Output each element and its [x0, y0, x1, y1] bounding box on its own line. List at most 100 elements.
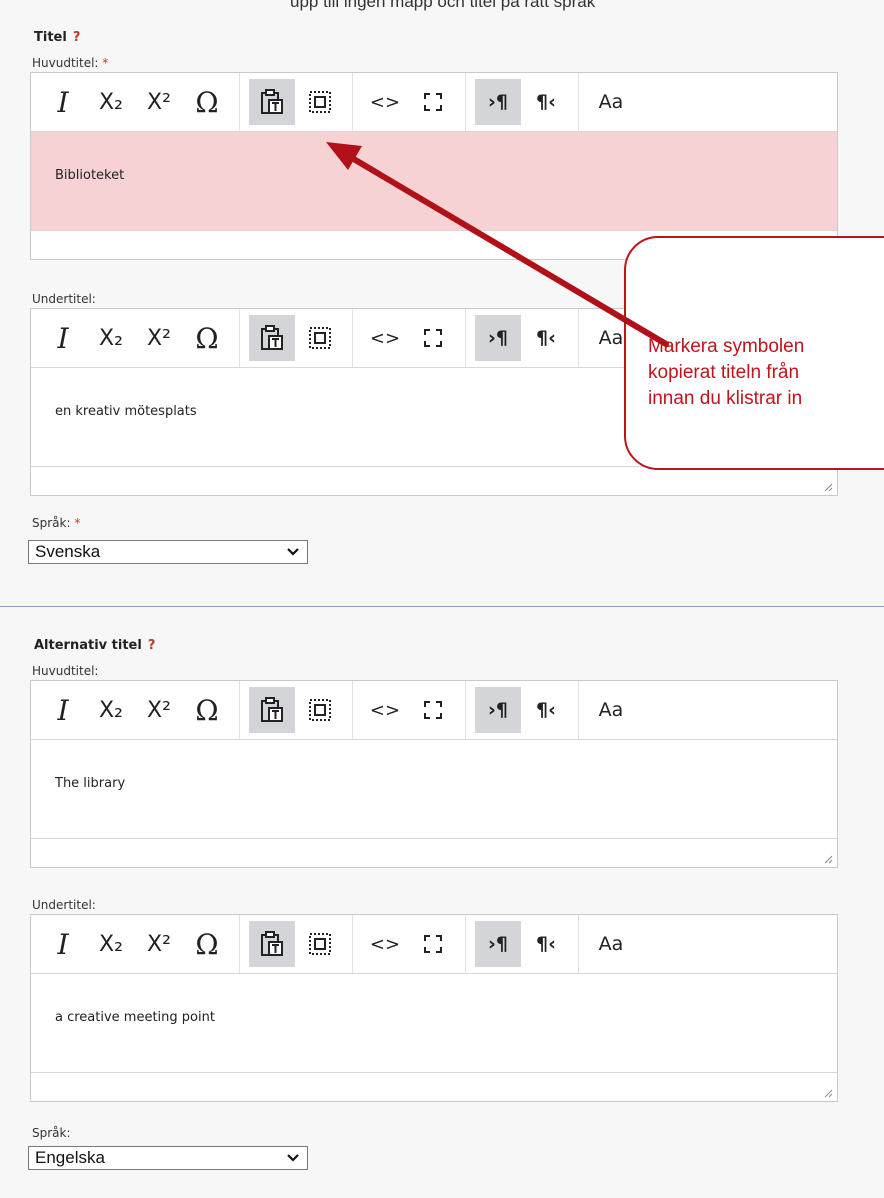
italic-button[interactable]: I: [40, 315, 86, 361]
ltr-button[interactable]: ›¶: [475, 79, 521, 125]
special-char-button[interactable]: Ω: [184, 687, 230, 733]
select-all-button[interactable]: [297, 315, 343, 361]
toolbar-group-styles: Aa: [579, 915, 643, 973]
maximize-icon: [424, 935, 442, 953]
styles-button[interactable]: Aa: [588, 79, 634, 125]
select-all-button[interactable]: [297, 921, 343, 967]
toolbar-group-direction: ›¶ ¶‹: [466, 309, 579, 367]
paste-as-text-button[interactable]: [249, 79, 295, 125]
superscript-button[interactable]: X²: [136, 315, 182, 361]
toolbar-group-clipboard: [240, 915, 353, 973]
label-text: Språk:: [32, 1126, 71, 1140]
ltr-button[interactable]: ›¶: [475, 315, 521, 361]
styles-button[interactable]: Aa: [588, 687, 634, 733]
help-link[interactable]: ?: [73, 30, 81, 45]
field-label-alt-main-title: Huvudtitel:: [32, 664, 98, 678]
italic-button[interactable]: I: [40, 687, 86, 733]
field-label-language: Språk: *: [32, 516, 80, 530]
rich-text-editor-alt-subtitle[interactable]: I X₂ X² Ω <> ›¶ ¶‹ Aa a creative meeting…: [30, 914, 838, 1102]
toolbar-group-direction: ›¶ ¶‹: [466, 681, 579, 739]
select-all-button[interactable]: [297, 687, 343, 733]
superscript-button[interactable]: X²: [136, 687, 182, 733]
rtl-button[interactable]: ¶‹: [523, 315, 569, 361]
help-link[interactable]: ?: [148, 638, 156, 653]
superscript-button[interactable]: X²: [136, 921, 182, 967]
select-all-button[interactable]: [297, 79, 343, 125]
cut-off-instruction: upp till ingen mapp och titel på rätt sp…: [0, 0, 884, 14]
paste-as-text-button[interactable]: [249, 315, 295, 361]
required-marker: *: [102, 56, 109, 70]
section-title-alternativ-titel: Alternativ titel?: [34, 638, 155, 653]
editor-toolbar: I X₂ X² Ω <> ›¶ ¶‹ Aa: [31, 681, 837, 740]
cut-off-instruction-text: upp till ingen mapp och titel på rätt sp…: [290, 0, 596, 11]
rtl-button[interactable]: ¶‹: [523, 921, 569, 967]
resize-grip-icon[interactable]: [823, 482, 833, 492]
annotation-callout: Markera symbolen kopierat titeln från in…: [624, 236, 884, 470]
maximize-icon: [424, 329, 442, 347]
section-title-text: Titel: [34, 30, 67, 45]
toolbar-group-view: <>: [353, 681, 466, 739]
rich-text-editor-main-title[interactable]: I X₂ X² Ω <> ›¶ ¶‹ Aa Biblioteket: [30, 72, 838, 260]
editor-text: en kreativ mötesplats: [55, 404, 197, 419]
editor-footer: [31, 838, 837, 867]
paste-as-text-button[interactable]: [249, 687, 295, 733]
maximize-button[interactable]: [410, 921, 456, 967]
maximize-button[interactable]: [410, 687, 456, 733]
toolbar-group-formatting: I X₂ X² Ω: [31, 681, 240, 739]
rich-text-editor-alt-main-title[interactable]: I X₂ X² Ω <> ›¶ ¶‹ Aa The library: [30, 680, 838, 868]
rtl-button[interactable]: ¶‹: [523, 79, 569, 125]
maximize-icon: [424, 93, 442, 111]
source-button[interactable]: <>: [362, 79, 408, 125]
callout-line: kopierat titeln från: [648, 362, 800, 383]
toolbar-group-formatting: I X₂ X² Ω: [31, 309, 240, 367]
field-label-alt-language: Språk:: [32, 1126, 71, 1140]
maximize-button[interactable]: [410, 79, 456, 125]
resize-grip-icon[interactable]: [823, 1088, 833, 1098]
label-text: Undertitel:: [32, 292, 96, 306]
callout-text: Markera symbolen kopierat titeln från in…: [648, 334, 804, 412]
editor-content-area[interactable]: a creative meeting point: [31, 974, 837, 1072]
alt-language-select[interactable]: Engelska: [28, 1146, 308, 1170]
paste-as-text-button[interactable]: [249, 921, 295, 967]
language-select[interactable]: Svenska: [28, 540, 308, 564]
select-all-icon: [309, 699, 331, 721]
subscript-button[interactable]: X₂: [88, 79, 134, 125]
paste-text-icon: [261, 697, 283, 722]
styles-button[interactable]: Aa: [588, 921, 634, 967]
special-char-button[interactable]: Ω: [184, 79, 230, 125]
toolbar-group-view: <>: [353, 915, 466, 973]
editor-content-area[interactable]: Biblioteket: [31, 132, 837, 230]
source-button[interactable]: <>: [362, 687, 408, 733]
editor-content-area[interactable]: The library: [31, 740, 837, 838]
ltr-button[interactable]: ›¶: [475, 687, 521, 733]
toolbar-group-direction: ›¶ ¶‹: [466, 73, 579, 131]
special-char-button[interactable]: Ω: [184, 315, 230, 361]
paste-text-icon: [261, 89, 283, 114]
label-text: Huvudtitel:: [32, 664, 99, 678]
superscript-button[interactable]: X²: [136, 79, 182, 125]
source-button[interactable]: <>: [362, 315, 408, 361]
rtl-button[interactable]: ¶‹: [523, 687, 569, 733]
ltr-button[interactable]: ›¶: [475, 921, 521, 967]
subscript-button[interactable]: X₂: [88, 315, 134, 361]
editor-text: The library: [55, 776, 126, 791]
special-char-button[interactable]: Ω: [184, 921, 230, 967]
field-label-subtitle: Undertitel:: [32, 292, 96, 306]
maximize-icon: [424, 701, 442, 719]
language-select-value: Engelska: [35, 1148, 105, 1167]
toolbar-group-styles: Aa: [579, 681, 643, 739]
editor-toolbar: I X₂ X² Ω <> ›¶ ¶‹ Aa: [31, 915, 837, 974]
callout-line: innan du klistrar in: [648, 388, 803, 409]
language-select-value: Svenska: [35, 542, 101, 561]
toolbar-group-clipboard: [240, 73, 353, 131]
maximize-button[interactable]: [410, 315, 456, 361]
italic-button[interactable]: I: [40, 921, 86, 967]
resize-grip-icon[interactable]: [823, 854, 833, 864]
chevron-down-icon: [287, 548, 299, 556]
source-button[interactable]: <>: [362, 921, 408, 967]
toolbar-group-view: <>: [353, 73, 466, 131]
subscript-button[interactable]: X₂: [88, 921, 134, 967]
editor-toolbar: I X₂ X² Ω <> ›¶ ¶‹ Aa: [31, 73, 837, 132]
subscript-button[interactable]: X₂: [88, 687, 134, 733]
italic-button[interactable]: I: [40, 79, 86, 125]
